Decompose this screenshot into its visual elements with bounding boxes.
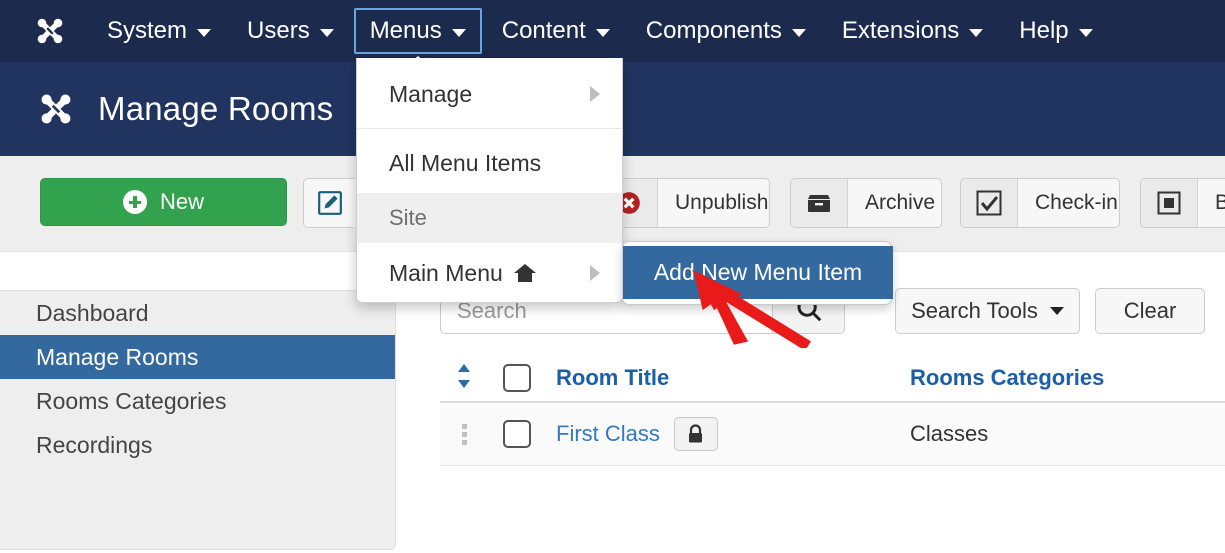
table-header-row: Room Title Rooms Categories bbox=[440, 355, 1225, 403]
chevron-down-icon bbox=[595, 29, 610, 37]
checkin-button[interactable]: Check-in bbox=[960, 178, 1120, 228]
page-title: Manage Rooms bbox=[98, 90, 334, 127]
room-title-column-header[interactable]: Room Title bbox=[546, 365, 886, 391]
new-button[interactable]: New bbox=[40, 178, 287, 226]
sidebar-item-label: Manage Rooms bbox=[36, 343, 199, 370]
chevron-down-icon bbox=[791, 29, 806, 37]
chevron-down-icon bbox=[451, 29, 466, 37]
sidebar-item-label: Dashboard bbox=[36, 299, 149, 326]
row-checkbox[interactable] bbox=[503, 420, 531, 448]
chevron-right-icon bbox=[590, 86, 600, 102]
room-title-link[interactable]: First Class bbox=[556, 421, 660, 447]
joomla-logo-icon bbox=[36, 89, 76, 129]
sidebar-item-label: Rooms Categories bbox=[36, 387, 227, 414]
chevron-down-icon bbox=[1078, 29, 1093, 37]
nav-item-extensions[interactable]: Extensions bbox=[826, 8, 999, 54]
nav-item-system[interactable]: System bbox=[91, 8, 227, 54]
batch-button[interactable]: Ba bbox=[1140, 178, 1225, 228]
stop-square-icon bbox=[1141, 179, 1198, 227]
select-all-checkbox[interactable] bbox=[503, 364, 531, 392]
nav-item-label: Extensions bbox=[841, 17, 960, 44]
unpublish-button-label: Unpublish bbox=[675, 191, 769, 214]
joomla-logo-icon bbox=[33, 14, 67, 48]
nav-item-label: Menus bbox=[369, 17, 442, 44]
sort-column-header[interactable] bbox=[440, 363, 488, 394]
sidebar-item-manage-rooms[interactable]: Manage Rooms bbox=[0, 335, 395, 379]
dropdown-section-label: Site bbox=[389, 205, 427, 230]
table-row: First Class Classes bbox=[440, 403, 1225, 466]
nav-item-content[interactable]: Content bbox=[486, 8, 626, 54]
chevron-down-icon bbox=[1049, 307, 1064, 315]
dropdown-item-all-menu-items[interactable]: All Menu Items bbox=[357, 133, 622, 193]
main-menu-submenu: Add New Menu Item bbox=[622, 241, 893, 305]
chevron-down-icon bbox=[969, 29, 984, 37]
chevron-down-icon bbox=[319, 29, 334, 37]
dropdown-divider bbox=[357, 128, 622, 129]
nav-item-components[interactable]: Components bbox=[630, 8, 822, 54]
archive-button-label: Archive bbox=[865, 191, 936, 214]
edit-pencil-icon bbox=[304, 179, 356, 227]
room-category-cell: Classes bbox=[886, 421, 1225, 447]
dropdown-item-label: Main Menu bbox=[389, 259, 503, 286]
plus-circle-icon bbox=[122, 190, 147, 214]
menus-dropdown: Manage All Menu Items Site Main Menu bbox=[356, 58, 623, 303]
sidebar-item-recordings[interactable]: Recordings bbox=[0, 423, 395, 467]
top-navigation-bar: System Users Menus Content Components Ex… bbox=[0, 0, 1225, 62]
chevron-down-icon bbox=[197, 29, 212, 37]
sidebar-item-dashboard[interactable]: Dashboard bbox=[0, 291, 395, 335]
lock-icon[interactable] bbox=[673, 417, 718, 451]
search-tools-button[interactable]: Search Tools bbox=[895, 288, 1080, 334]
rooms-categories-column-header[interactable]: Rooms Categories bbox=[886, 365, 1225, 391]
nav-item-label: Help bbox=[1019, 17, 1069, 44]
sidebar-item-rooms-categories[interactable]: Rooms Categories bbox=[0, 379, 395, 423]
sidebar-item-label: Recordings bbox=[36, 431, 153, 458]
column-header-label: Rooms Categories bbox=[910, 365, 1105, 390]
select-all-header[interactable] bbox=[488, 364, 546, 392]
sort-updown-icon bbox=[456, 363, 472, 394]
nav-item-label: Users bbox=[247, 17, 310, 44]
room-title-cell: First Class bbox=[546, 417, 886, 451]
archive-box-icon bbox=[791, 179, 848, 227]
dropdown-item-label: All Menu Items bbox=[389, 149, 542, 176]
row-drag-handle[interactable] bbox=[440, 423, 488, 445]
dropdown-section-site: Site bbox=[357, 193, 622, 243]
checkin-button-label: Check-in bbox=[1035, 191, 1118, 214]
dropdown-pointer-caret bbox=[402, 56, 434, 70]
nav-item-label: System bbox=[107, 17, 188, 44]
search-tools-label: Search Tools bbox=[911, 298, 1038, 323]
clear-button-label: Clear bbox=[1123, 298, 1177, 323]
row-select-cell[interactable] bbox=[488, 420, 546, 448]
home-icon bbox=[513, 263, 537, 283]
add-new-menu-item-label: Add New Menu Item bbox=[653, 259, 863, 285]
unpublish-button[interactable]: Unpublish bbox=[600, 178, 770, 228]
nav-item-label: Content bbox=[501, 17, 586, 44]
batch-button-label: Ba bbox=[1215, 191, 1225, 214]
nav-item-users[interactable]: Users bbox=[231, 8, 350, 54]
nav-item-menus[interactable]: Menus bbox=[353, 8, 482, 54]
nav-item-help[interactable]: Help bbox=[1003, 8, 1108, 54]
edit-button[interactable] bbox=[303, 178, 357, 228]
checkbox-checked-icon bbox=[961, 179, 1018, 227]
app-root: System Users Menus Content Components Ex… bbox=[0, 0, 1225, 553]
nav-item-label: Components bbox=[645, 17, 782, 44]
column-header-label: Room Title bbox=[556, 365, 670, 390]
dropdown-item-label: Manage bbox=[389, 80, 473, 107]
add-new-menu-item-option[interactable]: Add New Menu Item bbox=[623, 246, 893, 299]
new-button-label: New bbox=[159, 189, 204, 214]
archive-button[interactable]: Archive bbox=[790, 178, 942, 228]
dropdown-item-manage[interactable]: Manage bbox=[357, 64, 622, 124]
dropdown-item-main-menu[interactable]: Main Menu bbox=[357, 243, 622, 303]
room-category-value: Classes bbox=[910, 421, 989, 446]
rooms-table: Room Title Rooms Categories First Class bbox=[440, 355, 1225, 466]
sidebar-menu: Dashboard Manage Rooms Rooms Categories … bbox=[0, 290, 396, 550]
drag-handle-icon bbox=[461, 423, 467, 445]
chevron-right-icon bbox=[590, 265, 600, 281]
clear-button[interactable]: Clear bbox=[1095, 288, 1205, 334]
